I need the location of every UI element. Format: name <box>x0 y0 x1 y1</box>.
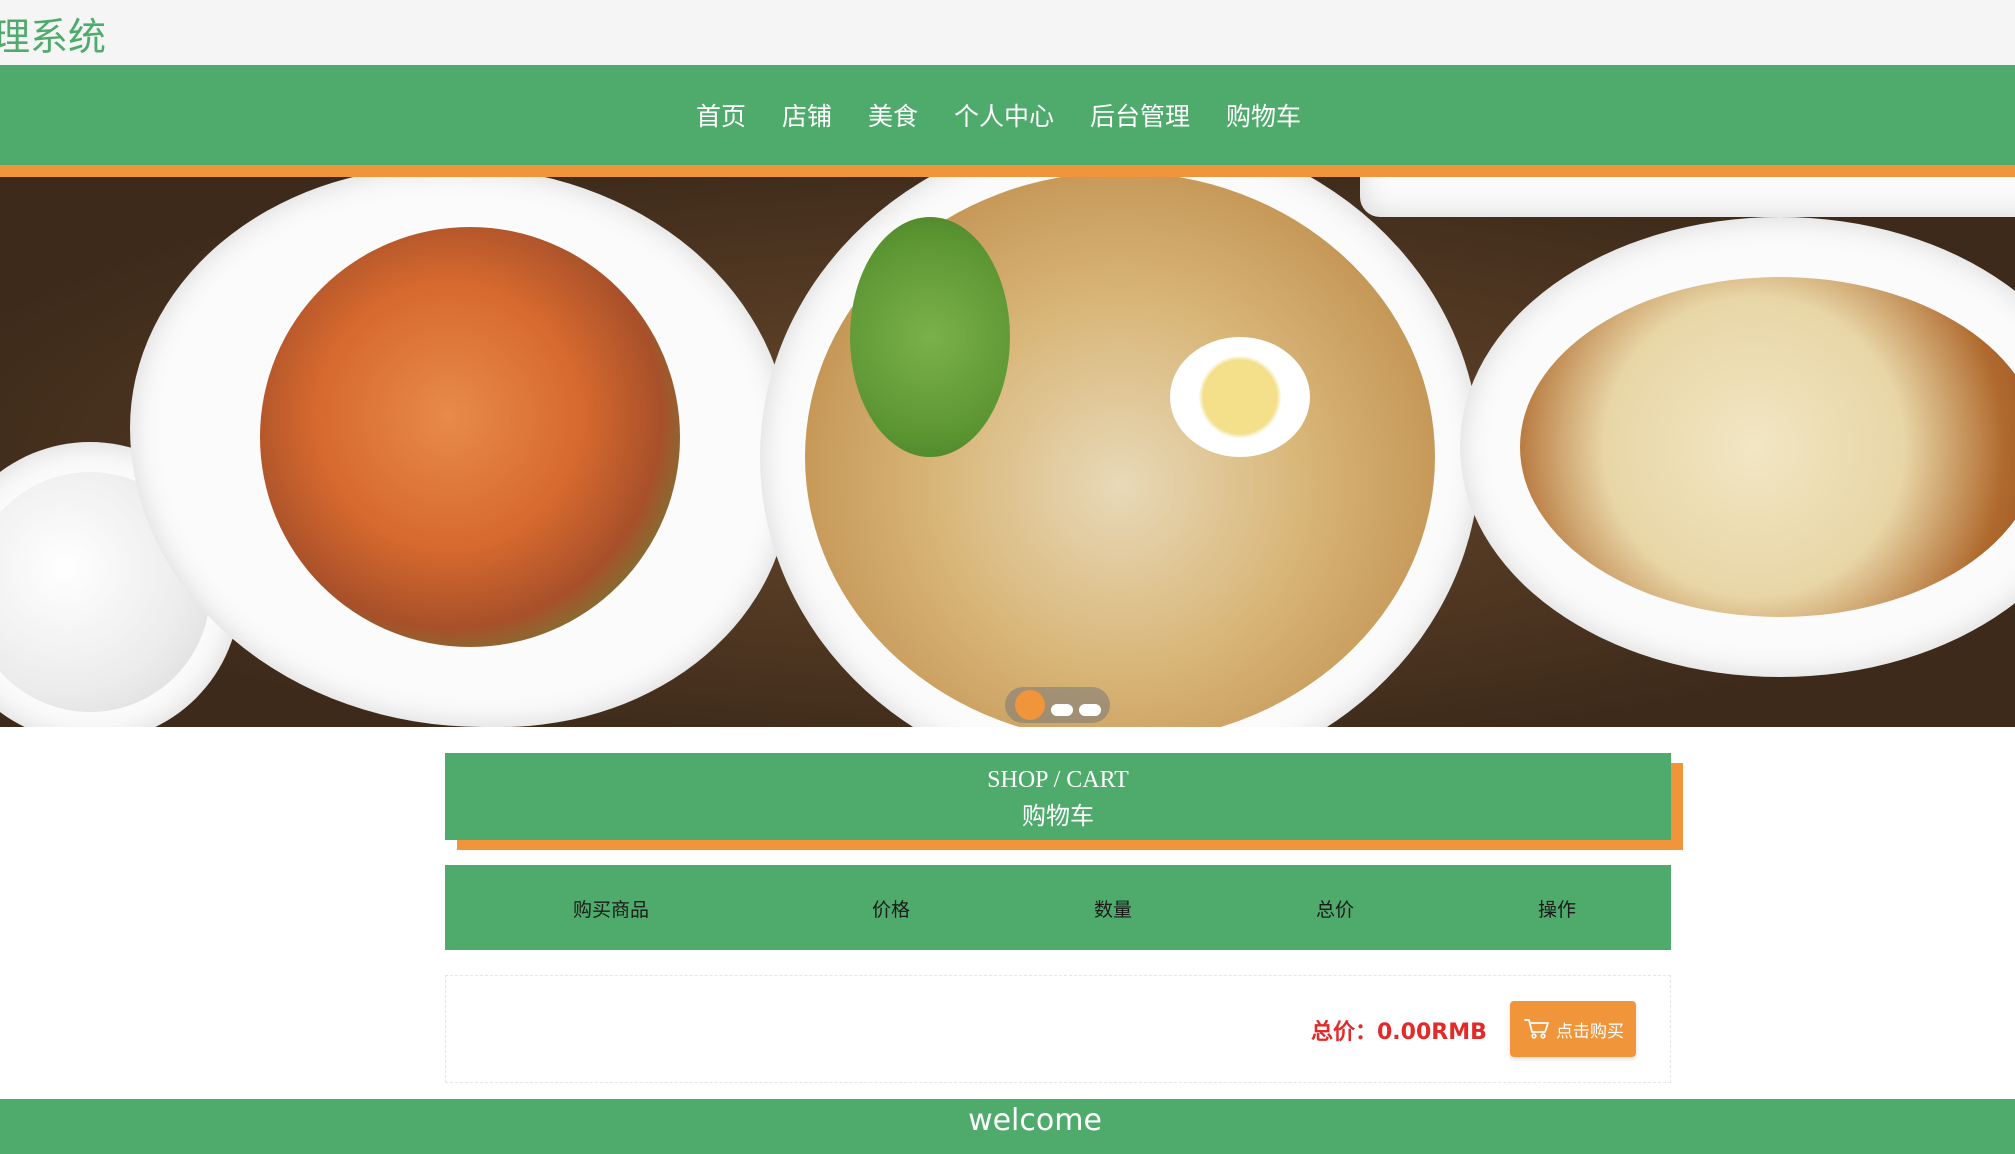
column-header-price: 价格 <box>872 899 911 921</box>
carousel-dot-2[interactable] <box>1051 704 1073 716</box>
section-header: SHOP / CART 购物车 <box>445 753 1671 840</box>
noodle-bowl-image <box>760 177 1480 727</box>
section-title-cn: 购物车 <box>1022 802 1094 830</box>
main-nav: 首页 店铺 美食 个人中心 后台管理 购物车 <box>0 65 2015 165</box>
buy-button-label: 点击购买 <box>1556 1021 1624 1042</box>
footer-text: welcome <box>968 1103 1102 1138</box>
nav-item-home[interactable]: 首页 <box>696 97 746 133</box>
chicken-plate-image <box>1460 217 2015 677</box>
column-header-quantity: 数量 <box>1094 899 1133 921</box>
nav-accent-stripe <box>0 165 2015 177</box>
carousel-indicators <box>1005 687 1110 723</box>
top-bar: 理系统 <box>0 0 2015 65</box>
column-header-total: 总价 <box>1316 899 1355 921</box>
carousel-dot-3[interactable] <box>1079 704 1101 716</box>
nav-item-shops[interactable]: 店铺 <box>782 97 832 133</box>
page-footer: welcome <box>0 1099 2015 1154</box>
nav-item-admin[interactable]: 后台管理 <box>1090 97 1190 133</box>
column-header-action: 操作 <box>1538 899 1577 921</box>
nav-item-food[interactable]: 美食 <box>868 97 918 133</box>
section-title-en: SHOP / CART <box>987 767 1129 793</box>
carousel-dot-1[interactable] <box>1015 690 1045 720</box>
nav-item-profile[interactable]: 个人中心 <box>954 97 1054 133</box>
cart-total: 总价：0.00RMB <box>1311 1020 1487 1045</box>
buy-button[interactable]: 点击购买 <box>1510 1001 1636 1057</box>
cart-table-header: 购买商品 价格 数量 总价 操作 <box>445 865 1671 950</box>
cart-icon <box>1524 1019 1549 1039</box>
top-plate-image <box>1360 177 2015 217</box>
banner-carousel[interactable] <box>0 177 2015 727</box>
column-header-product: 购买商品 <box>573 899 650 921</box>
site-title: 理系统 <box>0 15 107 59</box>
cart-summary: 总价：0.00RMB 点击购买 <box>445 975 1671 1083</box>
nav-item-cart[interactable]: 购物车 <box>1226 97 1301 133</box>
